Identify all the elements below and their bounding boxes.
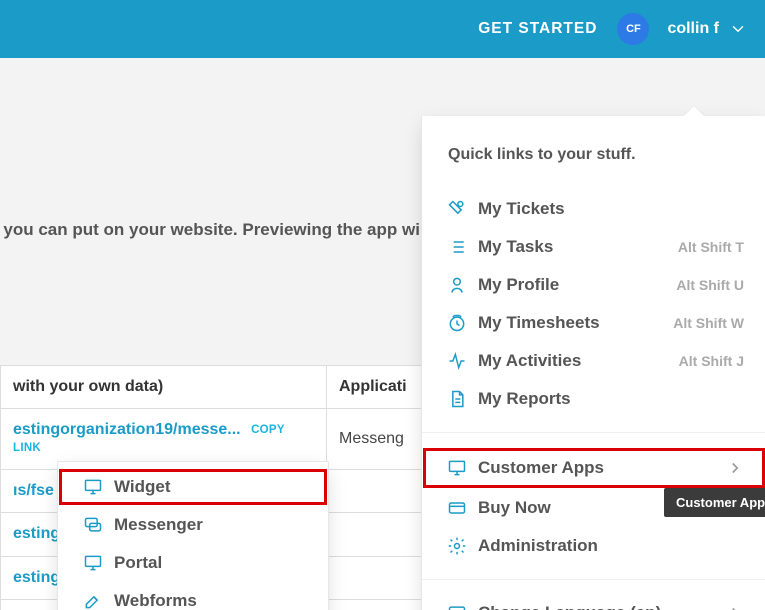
monitor-icon xyxy=(444,458,470,478)
credit-card-icon xyxy=(444,498,470,518)
menu-item-customer-apps[interactable]: Customer Apps xyxy=(422,447,765,489)
user-menu-trigger[interactable]: collin f xyxy=(667,20,747,38)
clock-icon xyxy=(444,313,470,333)
gear-icon xyxy=(444,536,470,556)
menu-item-my-profile[interactable]: My Profile Alt Shift U xyxy=(422,266,765,304)
menu-item-change-language[interactable]: Change Language (en) xyxy=(422,594,765,610)
monitor-icon xyxy=(80,553,106,573)
menu-item-my-tasks[interactable]: My Tasks Alt Shift T xyxy=(422,228,765,266)
user-dropdown-menu: Quick links to your stuff. My Tickets My… xyxy=(421,116,765,610)
edit-icon xyxy=(80,591,106,610)
user-icon xyxy=(444,275,470,295)
page-info-text: t you can put on your website. Previewin… xyxy=(0,220,429,240)
app-type-menu: Widget Messenger Portal Webforms Knowled… xyxy=(57,461,329,610)
document-icon xyxy=(444,389,470,409)
menu-item-my-reports[interactable]: My Reports xyxy=(422,380,765,418)
top-bar: GET STARTED CF collin f xyxy=(0,0,765,58)
quick-links-title: Quick links to your stuff. xyxy=(422,116,765,190)
col-header-url: with your own data) xyxy=(1,366,327,409)
shortcut-label: Alt Shift T xyxy=(638,239,744,255)
ticket-icon xyxy=(444,199,470,219)
chevron-down-icon xyxy=(729,20,747,38)
shortcut-label: Alt Shift U xyxy=(636,277,744,293)
app-url-link[interactable]: esting xyxy=(13,525,60,543)
app-url-link[interactable]: ıs/fse xyxy=(13,482,54,500)
shortcut-label: Alt Shift J xyxy=(639,353,744,369)
monitor-icon xyxy=(80,477,106,497)
app-url-link[interactable]: esting xyxy=(13,569,60,587)
app-type-widget[interactable]: Widget xyxy=(58,468,328,506)
menu-item-my-activities[interactable]: My Activities Alt Shift J xyxy=(422,342,765,380)
app-type-messenger[interactable]: Messenger xyxy=(58,506,328,544)
menu-arrow xyxy=(684,106,704,116)
chat-bubble-icon xyxy=(444,603,470,610)
username: collin f xyxy=(667,20,719,38)
tooltip: Customer Apps xyxy=(664,488,765,517)
chat-icon xyxy=(80,515,106,535)
avatar[interactable]: CF xyxy=(617,13,649,45)
menu-item-administration[interactable]: Administration xyxy=(422,527,765,565)
activity-icon xyxy=(444,351,470,371)
menu-item-my-timesheets[interactable]: My Timesheets Alt Shift W xyxy=(422,304,765,342)
list-icon xyxy=(444,237,470,257)
menu-item-my-tickets[interactable]: My Tickets xyxy=(422,190,765,228)
chevron-right-icon xyxy=(686,604,744,610)
app-type-portal[interactable]: Portal xyxy=(58,544,328,582)
app-url-link[interactable]: estingorganization19/messe... xyxy=(13,421,241,439)
get-started-button[interactable]: GET STARTED xyxy=(478,20,597,38)
app-type-webforms[interactable]: Webforms xyxy=(58,582,328,610)
shortcut-label: Alt Shift W xyxy=(633,315,744,331)
chevron-right-icon xyxy=(686,459,744,477)
